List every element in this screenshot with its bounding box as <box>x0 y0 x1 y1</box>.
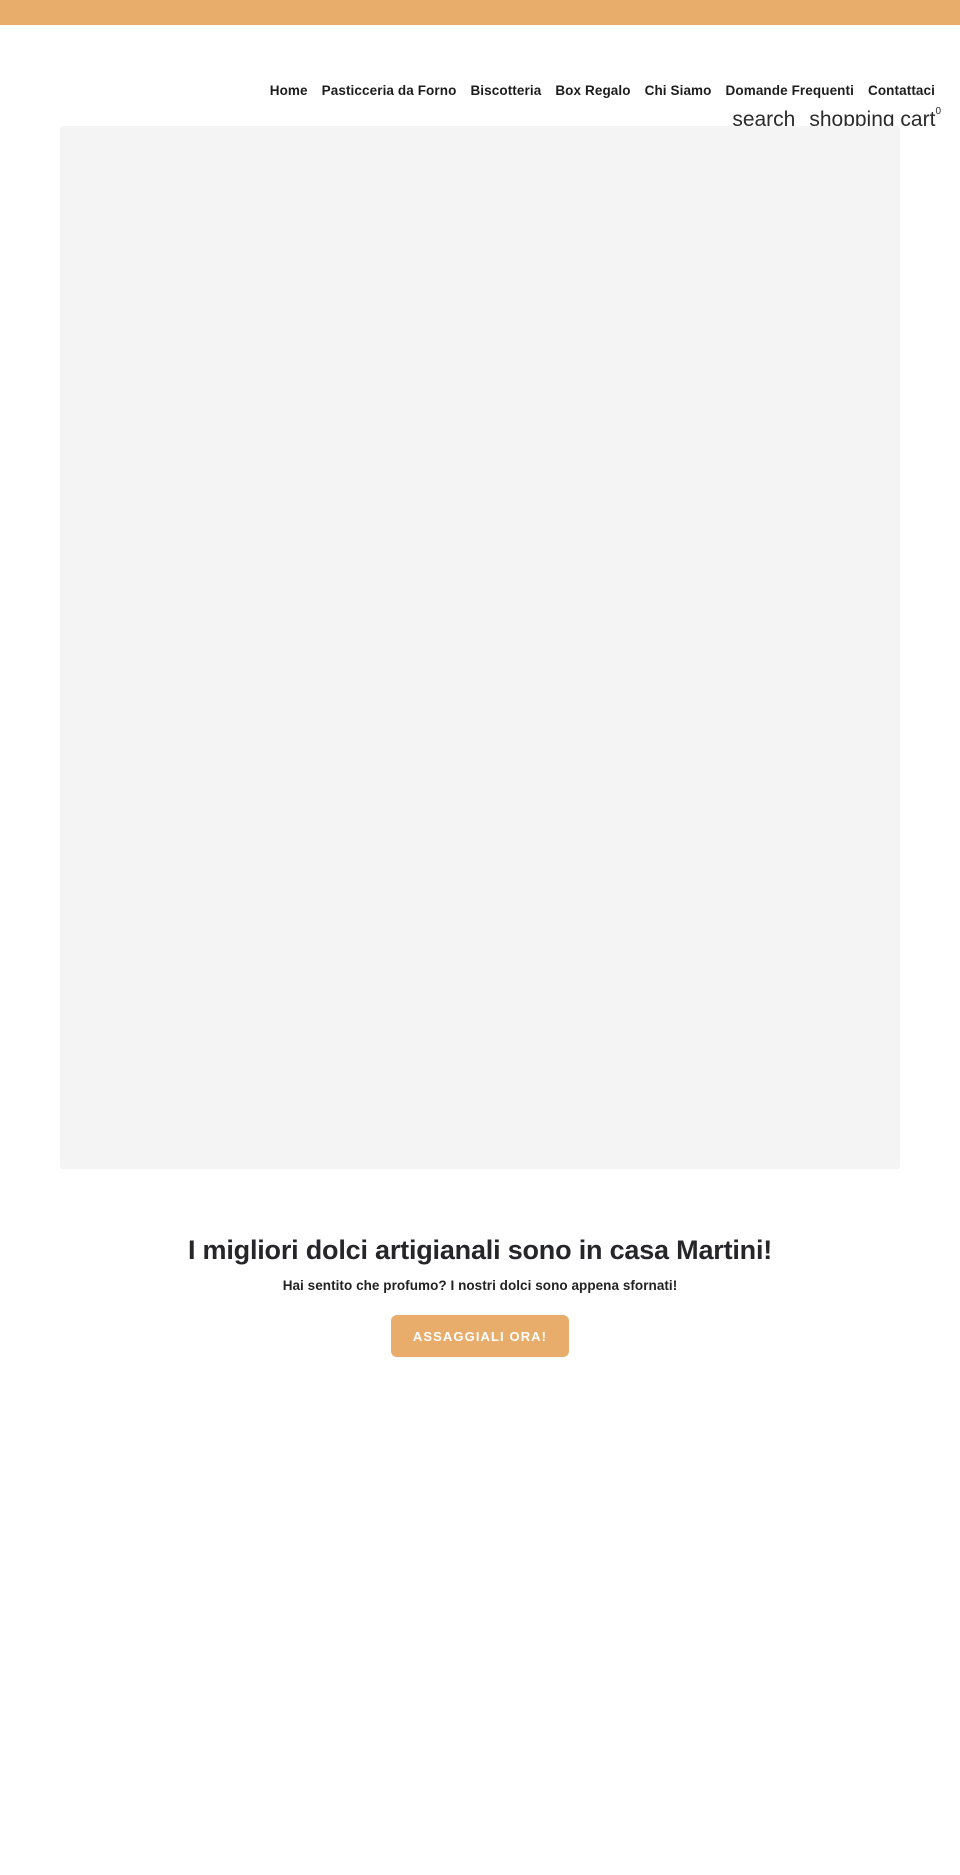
nav-item-contattaci[interactable]: Contattaci <box>861 82 942 100</box>
promo-subtitle: Hai sentito che profumo? I nostri dolci … <box>282 1278 678 1293</box>
promo-cta-button[interactable]: ASSAGGIALI ORA! <box>390 1315 570 1357</box>
nav-item-pasticceria-da-forno[interactable]: Pasticceria da Forno <box>315 82 464 100</box>
top-announcement-bar <box>0 0 960 25</box>
promo-section: I migliori dolci artigianali sono in cas… <box>0 1230 960 1357</box>
nav-item-box-regalo[interactable]: Box Regalo <box>548 82 637 100</box>
nav-item-biscotteria[interactable]: Biscotteria <box>463 82 548 100</box>
cart-item-count-badge: 0 <box>935 106 941 117</box>
site-header: Home Pasticceria da Forno Biscotteria Bo… <box>0 25 960 131</box>
hero-image <box>60 126 900 1169</box>
nav-item-home[interactable]: Home <box>263 82 315 100</box>
promo-cta-row: ASSAGGIALI ORA! <box>0 1315 960 1357</box>
nav-item-chi-siamo[interactable]: Chi Siamo <box>638 82 719 100</box>
promo-title: I migliori dolci artigianali sono in cas… <box>187 1235 773 1265</box>
nav-item-domande-frequenti[interactable]: Domande Frequenti <box>719 82 861 100</box>
main-navigation: Home Pasticceria da Forno Biscotteria Bo… <box>263 82 942 100</box>
